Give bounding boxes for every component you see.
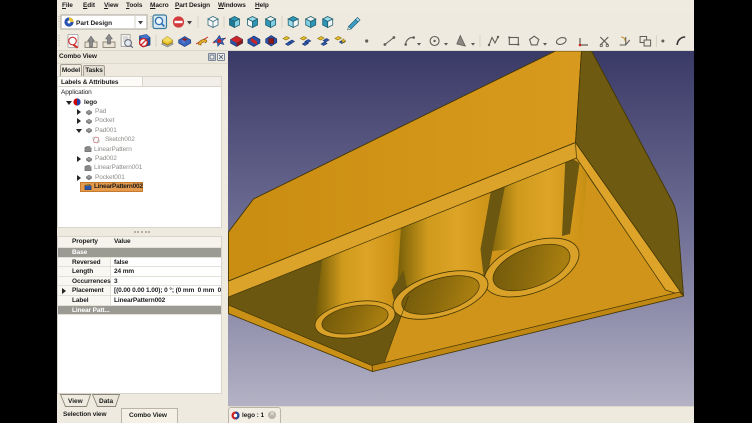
svg-text:Data: Data xyxy=(99,398,113,405)
svg-text:View: View xyxy=(68,398,84,405)
svg-text:Part Design: Part Design xyxy=(76,20,112,27)
